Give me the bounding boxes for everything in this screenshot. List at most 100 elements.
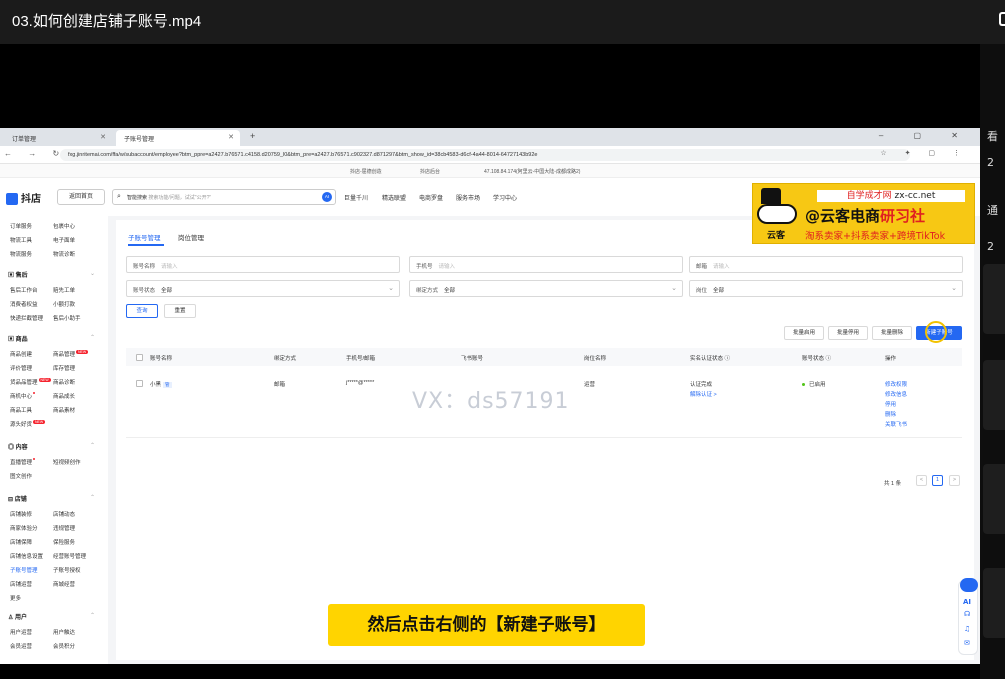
batch-disable-button[interactable]: 批量停用 (828, 326, 868, 340)
sidebar-item[interactable]: 直播管理 (10, 458, 36, 466)
page-1-button[interactable]: 1 (932, 475, 943, 486)
sidebar-section-aftersale[interactable]: ▣ 售后 ⌄ (8, 270, 95, 279)
sidebar-item[interactable]: 快递拦截管理 (10, 314, 43, 322)
feedback-icon[interactable]: ✉ (964, 639, 970, 647)
sidebar-item[interactable]: 小额打款 (53, 300, 75, 308)
sidebar-item[interactable]: 会员运营 (10, 642, 32, 650)
sidebar-item[interactable]: 图文创作 (10, 472, 32, 480)
account-name-field[interactable]: 账号名称 请输入 (126, 256, 400, 273)
sidebar-item[interactable]: 电子面单 (53, 236, 75, 244)
nav-qianchuan[interactable]: 巨量千川 (344, 193, 368, 202)
role-select[interactable]: 岗位 全部 ⌄ (689, 280, 963, 297)
sidebar-item[interactable]: 商品创建 (10, 350, 32, 358)
sidebar-item[interactable]: 物流工具 (10, 236, 32, 244)
sidebar-item[interactable]: 店铺动态 (53, 510, 75, 518)
sidebar-item[interactable]: 店铺信息设置 (10, 552, 43, 560)
next-page-button[interactable]: > (949, 475, 960, 486)
ai-icon[interactable]: AI (322, 192, 332, 202)
side-thumb-2[interactable] (983, 360, 1005, 430)
sidebar-item[interactable]: 商品工具 (10, 406, 32, 414)
side-thumb-4[interactable] (983, 568, 1005, 638)
window-controls[interactable]: – ▢ ✕ (879, 131, 972, 140)
browser-toolbar-icons[interactable]: ☆ ✦ ▢ ⋮ (880, 149, 968, 157)
tab-orders[interactable]: 订单管理 ✕ (4, 130, 112, 146)
sidebar-item[interactable]: 物流服务 (10, 250, 32, 258)
home-button[interactable]: 返回首页 (57, 189, 105, 205)
sidebar-item[interactable]: 会员积分 (53, 642, 75, 650)
edit-info-link[interactable]: 修改信息 (885, 390, 907, 398)
doudian-logo[interactable]: 抖店 (6, 190, 41, 206)
tab-subaccount-manage[interactable]: 子账号管理 (128, 232, 161, 242)
sidebar-item[interactable]: 商品成长 (53, 392, 75, 400)
sidebar-item[interactable]: 货品品管理 NEW (10, 378, 51, 386)
sidebar-item[interactable]: 商品诊断 (53, 378, 75, 386)
sidebar-item[interactable]: 保险服务 (53, 538, 75, 546)
phone-field[interactable]: 手机号 请输入 (409, 256, 683, 273)
sidebar-item[interactable]: 用户运营 (10, 628, 32, 636)
sidebar-item[interactable]: 商品管理 NEW (53, 350, 89, 358)
headset-icon[interactable]: ☊ (964, 610, 970, 618)
sidebar-item[interactable]: 订单服务 (10, 222, 32, 230)
new-tab-button[interactable]: + (250, 131, 255, 141)
sidebar-item[interactable]: 物流诊断 (53, 250, 75, 258)
close-icon[interactable]: ✕ (100, 133, 106, 141)
bind-method-select[interactable]: 绑定方式 全部 ⌄ (409, 280, 683, 297)
sidebar-section-shop[interactable]: ⊟ 店铺 ⌃ (8, 494, 95, 503)
floating-tools[interactable]: AI ☊ ♫ ✉ (958, 578, 978, 655)
sidebar-item[interactable]: 商品素材 (53, 406, 75, 414)
unbind-auth-link[interactable]: 解除认证 > (690, 390, 717, 398)
sidebar-item[interactable]: 包裹中心 (53, 222, 75, 230)
sidebar-item[interactable]: 售后小助手 (53, 314, 81, 322)
sidebar-item[interactable]: 店铺装修 (10, 510, 32, 518)
sidebar-item[interactable]: 库存管理 (53, 364, 75, 372)
sidebar-item[interactable]: 用户触达 (53, 628, 75, 636)
tab-role-manage[interactable]: 岗位管理 (178, 232, 204, 242)
sidebar-item[interactable]: 评价管理 (10, 364, 32, 372)
sidebar-item[interactable]: 店铺运营 (10, 580, 32, 588)
sidebar-section-content[interactable]: ◎ 内容 ⌃ (8, 442, 95, 451)
sidebar-item-subaccount[interactable]: 子账号管理 (10, 566, 38, 574)
sidebar-item[interactable]: 源头好货 NEW (10, 420, 46, 428)
batch-enable-button[interactable]: 批量启用 (784, 326, 824, 340)
sidebar-item[interactable]: 短视频创作 (53, 458, 81, 466)
batch-delete-button[interactable]: 批量删除 (872, 326, 912, 340)
window-square-icon[interactable] (999, 12, 1005, 26)
sidebar-item[interactable]: 店铺保障 (10, 538, 32, 546)
nav-luopan[interactable]: 电商罗盘 (419, 193, 443, 202)
tab-subaccount[interactable]: 子账号管理 ✕ (116, 130, 240, 146)
link-feishu-link[interactable]: 关联飞书 (885, 420, 907, 428)
smart-search-input[interactable]: ⌕ 智能搜索 搜索功能/问题，试试"公开?" AI (112, 189, 336, 205)
sidebar-item[interactable]: 子账号授权 (53, 566, 81, 574)
sidebar-item[interactable]: 商机中心 (10, 392, 36, 400)
row-checkbox[interactable] (136, 380, 143, 387)
sidebar-section-goods[interactable]: ▣ 商品 ⌃ (8, 334, 95, 343)
bell-icon[interactable]: ♫ (964, 625, 970, 633)
side-thumb-1[interactable] (983, 264, 1005, 334)
nav-lianmeng[interactable]: 精选联盟 (382, 193, 406, 202)
sidebar-item[interactable]: 消费者权益 (10, 300, 38, 308)
sidebar-item[interactable]: 更多 (10, 594, 21, 602)
close-icon[interactable]: ✕ (228, 133, 234, 141)
sidebar-section-user[interactable]: ♙ 用户 ⌃ (8, 612, 95, 621)
nav-market[interactable]: 服务市场 (456, 193, 480, 202)
sidebar-item[interactable]: 商家体验分 (10, 524, 38, 532)
delete-link[interactable]: 删除 (885, 410, 896, 418)
url-input[interactable]: fxg.jinritemai.com/ffa/w/subaccount/empl… (60, 149, 910, 161)
robot-icon[interactable] (960, 578, 978, 592)
sidebar-item[interactable]: 售后工作台 (10, 286, 38, 294)
side-thumb-3[interactable] (983, 464, 1005, 534)
query-button[interactable]: 查询 (126, 304, 158, 318)
prev-page-button[interactable]: < (916, 475, 927, 486)
reset-button[interactable]: 重置 (164, 304, 196, 318)
sidebar-item[interactable]: 经营账号管理 (53, 552, 86, 560)
edit-permission-link[interactable]: 修改权限 (885, 380, 907, 388)
ai-assistant-button[interactable]: AI (963, 598, 971, 606)
disable-link[interactable]: 停用 (885, 400, 896, 408)
select-all-checkbox[interactable] (136, 354, 143, 361)
nav-learning[interactable]: 学习中心 (493, 193, 517, 202)
email-field[interactable]: 邮箱 请输入 (689, 256, 963, 273)
sidebar-item[interactable]: 商城经营 (53, 580, 75, 588)
account-status-select[interactable]: 账号状态 全部 ⌄ (126, 280, 400, 297)
sidebar-item[interactable]: 赔先工单 (53, 286, 75, 294)
sidebar-item[interactable]: 违规管理 (53, 524, 75, 532)
